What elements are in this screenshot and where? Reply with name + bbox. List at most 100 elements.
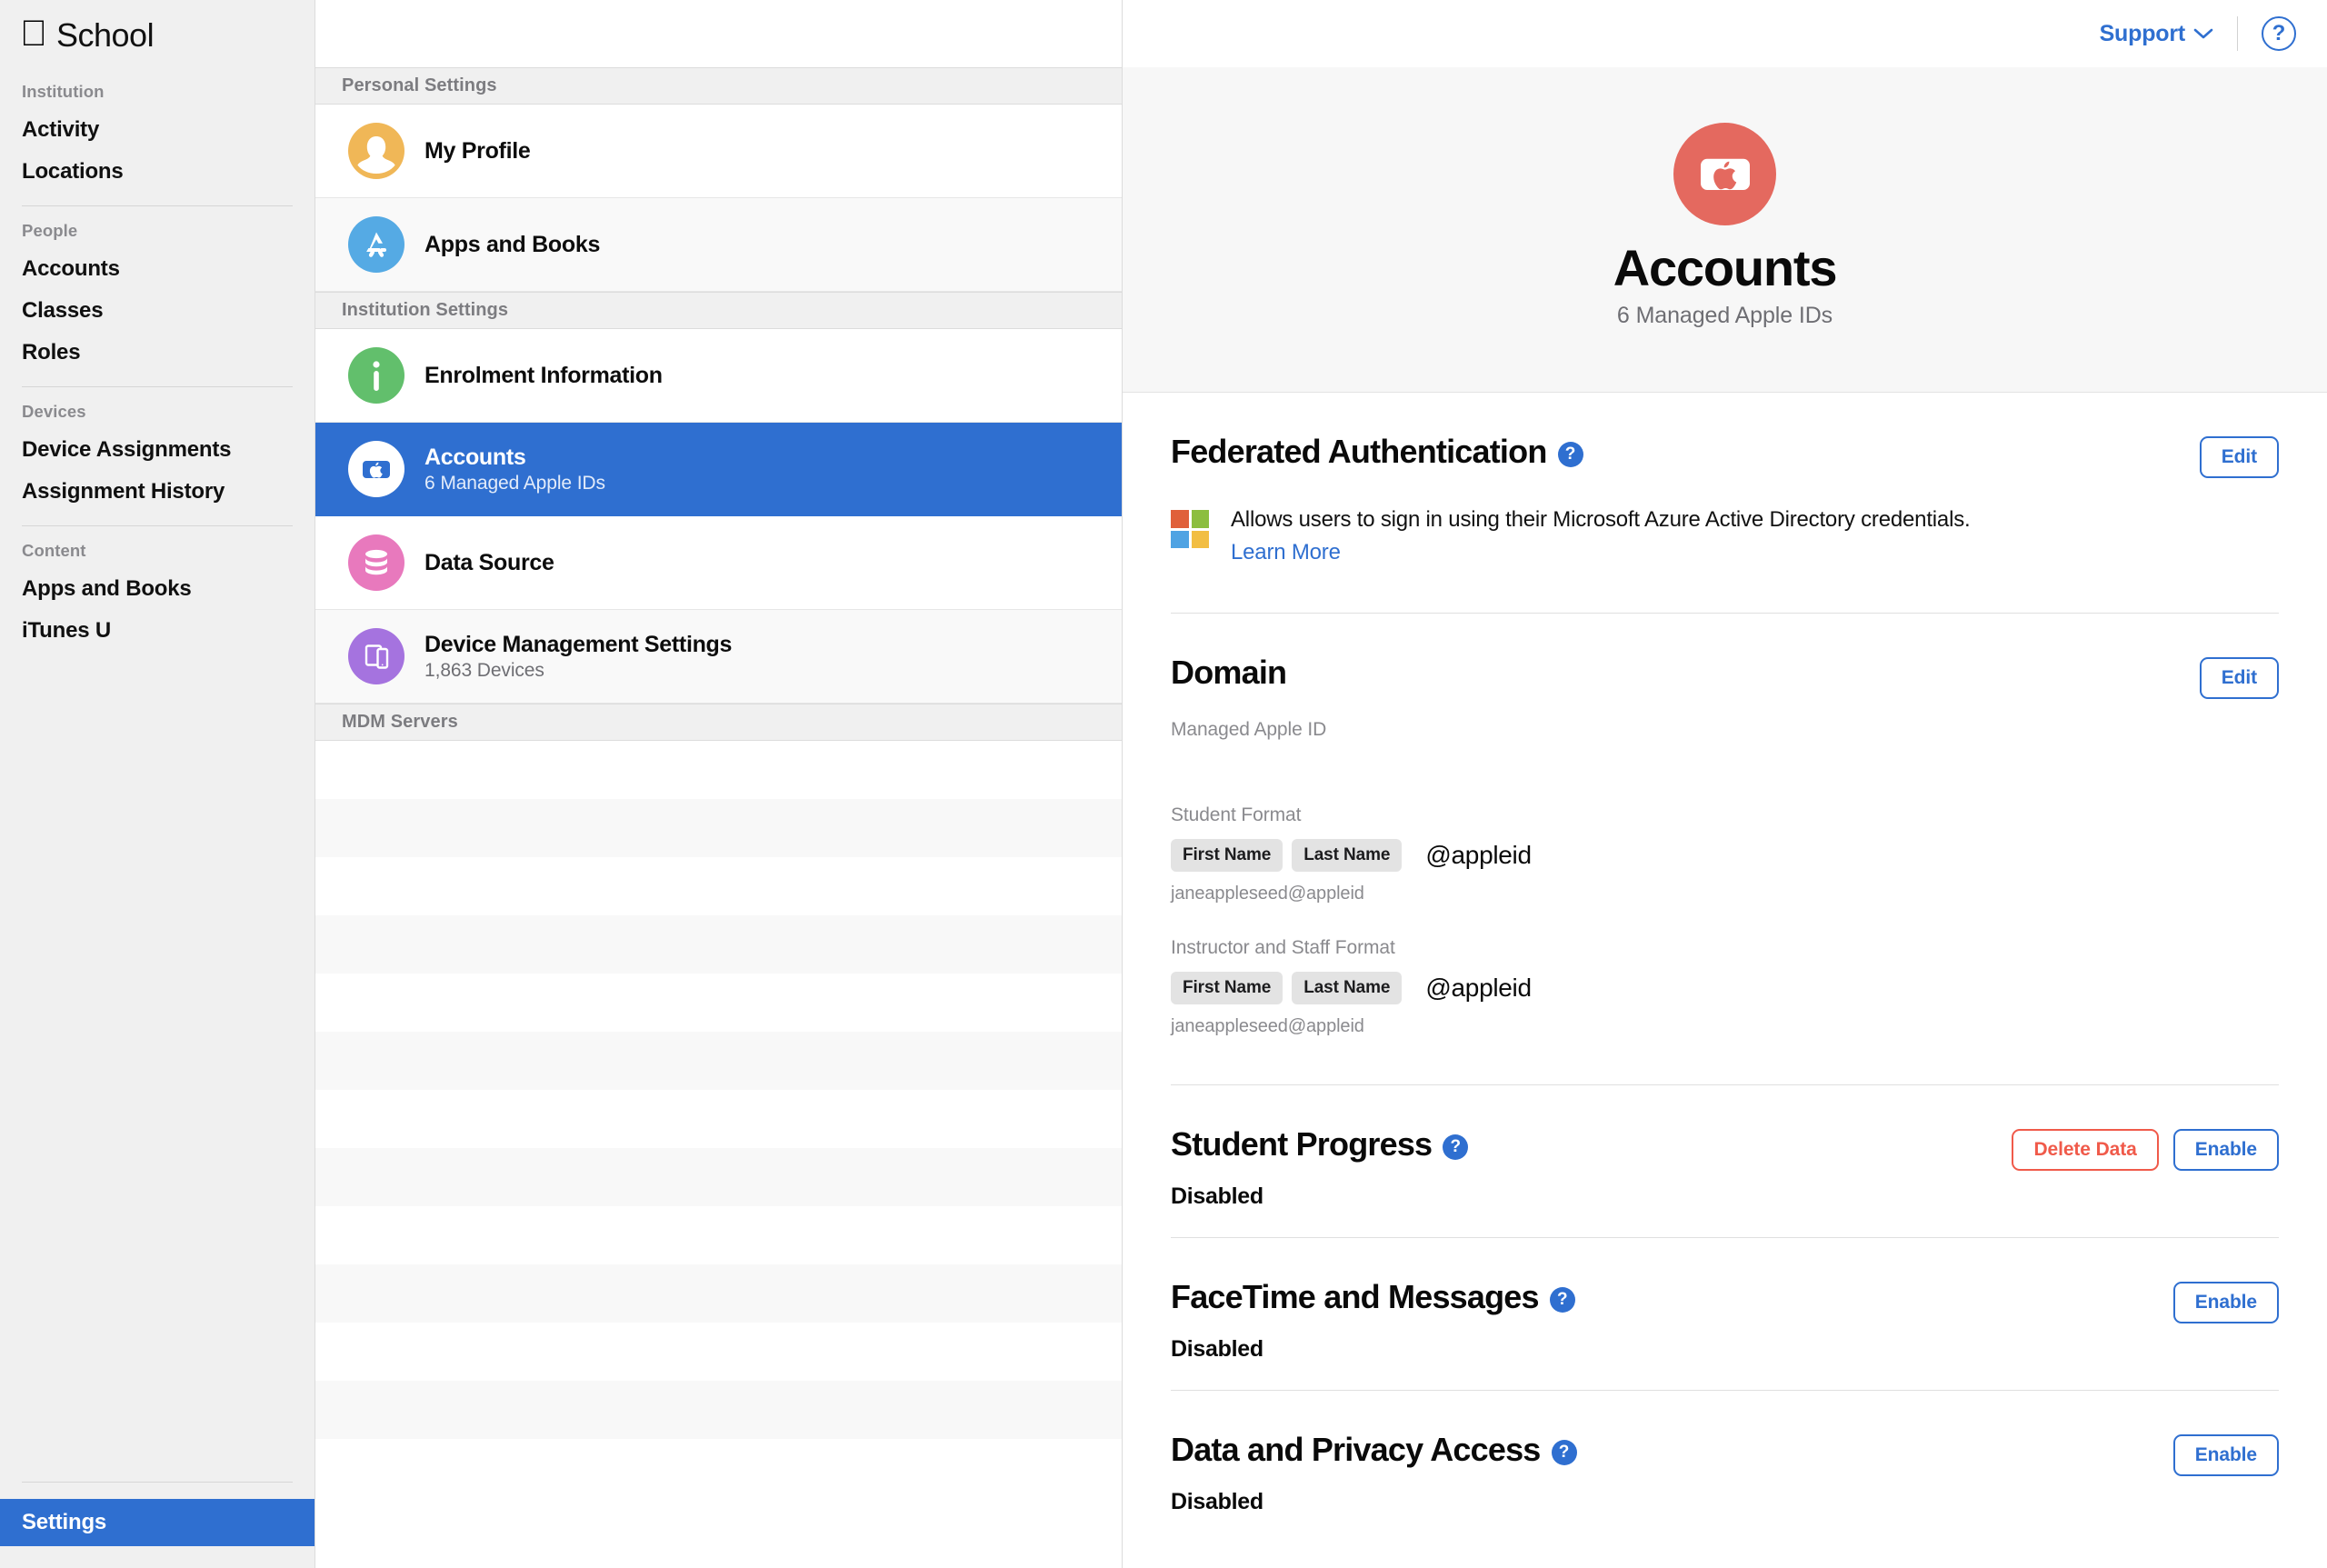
section-title: FaceTime and Messages (1171, 1278, 1540, 1315)
list-row[interactable] (315, 1323, 1122, 1381)
list-item-text: Apps and Books (424, 232, 600, 258)
brand-logo[interactable]:  School (0, 0, 315, 67)
chip-first-name[interactable]: First Name (1171, 839, 1283, 872)
learn-more-link[interactable]: Learn More (1231, 540, 1970, 565)
list-item-device-management-settings[interactable]: Device Management Settings 1,863 Devices (315, 610, 1122, 704)
section-title-wrap: Student Progress ? (1171, 1125, 1469, 1164)
sidebar-item-accounts[interactable]: Accounts (0, 248, 315, 290)
section-actions: Edit (2199, 436, 2279, 478)
detail-panel: Support ? Accounts 6 Managed Apple IDs F… (1123, 0, 2327, 1568)
list-section-header-personal: Personal Settings (315, 67, 1122, 105)
edit-button[interactable]: Edit (2199, 657, 2279, 699)
help-icon[interactable]: ? (1443, 1134, 1469, 1160)
app-window:  School Institution Activity Locations … (0, 0, 2327, 1568)
list-item-title: Accounts (424, 444, 526, 470)
sidebar-item-device-assignments[interactable]: Device Assignments (0, 429, 315, 471)
section-title: Federated Authentication (1171, 433, 1547, 470)
list-item-apps-and-books[interactable]: Apps and Books (315, 198, 1122, 292)
list-item-subtitle: 1,863 Devices (424, 659, 544, 681)
help-icon[interactable]: ? (1549, 1287, 1575, 1313)
section-federated-authentication: Federated Authentication ? Edit Allows u… (1171, 393, 2279, 613)
list-item-my-profile[interactable]: My Profile (315, 105, 1122, 198)
settings-list-panel: Personal Settings My Profile Apps and Bo… (315, 0, 1123, 1568)
federated-text: Allows users to sign in using their Micr… (1231, 507, 1971, 565)
apple-logo-icon:  (20, 15, 47, 52)
list-row[interactable] (315, 857, 1122, 915)
enable-button[interactable]: Enable (2172, 1129, 2279, 1171)
section-title-wrap: Data and Privacy Access ? (1171, 1431, 1577, 1469)
section-facetime-and-messages: FaceTime and Messages ? Enable Disabled (1171, 1237, 2279, 1390)
question-mark-circle-icon[interactable]: ? (2262, 16, 2296, 51)
sidebar-item-classes[interactable]: Classes (0, 290, 315, 332)
list-row[interactable] (315, 1264, 1122, 1323)
sidebar-divider-bottom (22, 1482, 293, 1483)
section-title: Student Progress (1171, 1125, 1433, 1163)
section-actions: Edit (2199, 657, 2279, 699)
chip-first-name[interactable]: First Name (1171, 972, 1283, 1004)
primary-sidebar:  School Institution Activity Locations … (0, 0, 315, 1568)
list-item-title: Data Source (424, 549, 554, 575)
list-row[interactable] (315, 974, 1122, 1032)
list-item-enrolment-information[interactable]: Enrolment Information (315, 329, 1122, 423)
sidebar-item-assignment-history[interactable]: Assignment History (0, 471, 315, 513)
student-format-chips: First Name Last Name @appleid (1171, 839, 2279, 872)
list-row[interactable] (315, 915, 1122, 974)
chip-last-name[interactable]: Last Name (1292, 839, 1403, 872)
apple-id-card-icon (348, 441, 404, 497)
list-row[interactable] (315, 1032, 1122, 1090)
nav-group-institution: Institution Activity Locations (0, 67, 315, 206)
settings-list-topbar (315, 0, 1122, 67)
list-item-accounts[interactable]: Accounts 6 Managed Apple IDs (315, 423, 1122, 516)
nav-group-title-institution: Institution (22, 82, 105, 101)
list-row[interactable] (315, 1206, 1122, 1264)
devices-icon (348, 628, 404, 684)
list-row[interactable] (315, 741, 1122, 799)
page-hero: Accounts 6 Managed Apple IDs (1123, 67, 2327, 393)
chip-last-name[interactable]: Last Name (1292, 972, 1403, 1004)
enable-button[interactable]: Enable (2172, 1434, 2279, 1476)
list-row[interactable] (315, 1439, 1122, 1497)
section-title-wrap: Federated Authentication ? (1171, 433, 1583, 471)
section-domain: Domain Edit Managed Apple ID Student For… (1171, 613, 2279, 1084)
student-domain-suffix: @appleid (1425, 841, 1532, 869)
list-section-header-institution: Institution Settings (315, 292, 1122, 329)
list-item-text: Device Management Settings 1,863 Devices (424, 632, 732, 682)
page-subtitle: 6 Managed Apple IDs (1616, 303, 1833, 329)
status-badge: Disabled (1171, 1183, 1263, 1209)
section-actions: Enable (2172, 1434, 2279, 1476)
staff-domain-suffix: @appleid (1425, 974, 1532, 1002)
edit-button[interactable]: Edit (2199, 436, 2279, 478)
section-header: Domain Edit (1171, 654, 2279, 699)
sidebar-item-locations[interactable]: Locations (0, 151, 315, 193)
staff-format-chips: First Name Last Name @appleid (1171, 972, 2279, 1004)
sidebar-item-roles[interactable]: Roles (0, 332, 315, 374)
status-badge: Disabled (1171, 1489, 1263, 1514)
list-item-data-source[interactable]: Data Source (315, 516, 1122, 610)
brand-name: School (29, 16, 155, 54)
list-row[interactable] (315, 799, 1122, 857)
list-row[interactable] (315, 1090, 1122, 1148)
mdm-servers-list (315, 741, 1122, 1568)
sidebar-item-apps-and-books[interactable]: Apps and Books (0, 568, 315, 610)
nav-group-title-people: People (22, 221, 78, 240)
nav-group-content: Content Apps and Books iTunes U (0, 526, 315, 652)
list-item-title: My Profile (424, 137, 531, 164)
list-row[interactable] (315, 1148, 1122, 1206)
sidebar-item-settings[interactable]: Settings (0, 1499, 315, 1546)
help-icon[interactable]: ? (1557, 442, 1583, 467)
delete-data-button[interactable]: Delete Data (2012, 1129, 2159, 1171)
section-header: Student Progress ? Delete Data Enable (1171, 1125, 2279, 1171)
section-data-and-privacy-access: Data and Privacy Access ? Enable Disable… (1171, 1390, 2279, 1543)
enable-button[interactable]: Enable (2172, 1282, 2279, 1323)
chevron-down-icon (2193, 28, 2213, 39)
sidebar-item-itunes-u[interactable]: iTunes U (0, 610, 315, 652)
support-menu-button[interactable]: Support (2100, 21, 2213, 47)
help-icon[interactable]: ? (1551, 1440, 1577, 1465)
list-row[interactable] (315, 1381, 1122, 1439)
nav-group-title-devices: Devices (22, 402, 86, 421)
sidebar-item-activity[interactable]: Activity (0, 109, 315, 151)
list-section-header-mdm-servers: MDM Servers (315, 704, 1122, 741)
